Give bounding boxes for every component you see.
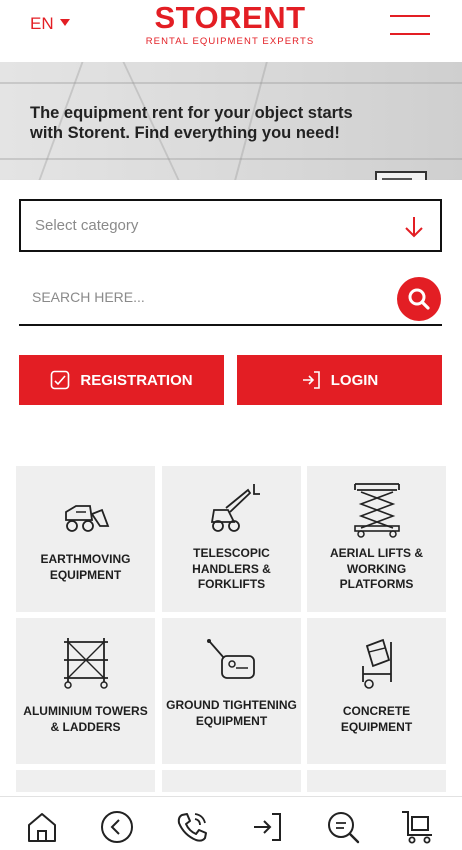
login-label: LOGIN bbox=[330, 371, 379, 389]
phone-icon[interactable] bbox=[174, 809, 210, 845]
search-input[interactable] bbox=[32, 289, 382, 305]
category-tile-concrete[interactable]: CONCRETE EQUIPMENT bbox=[307, 618, 446, 764]
login-button[interactable]: LOGIN bbox=[237, 355, 442, 405]
registration-label: REGISTRATION bbox=[80, 371, 193, 389]
excavator-icon bbox=[64, 505, 109, 532]
category-tile-aerial-lifts[interactable]: AERIAL LIFTS & WORKING PLATFORMS bbox=[307, 466, 446, 612]
search-icon[interactable] bbox=[325, 809, 361, 845]
bottom-navigation bbox=[0, 796, 462, 850]
category-label: CONCRETE EQUIPMENT bbox=[340, 704, 413, 734]
category-grid: EARTHMOVING EQUIPMENT TELESCOPIC HANDLER… bbox=[0, 442, 462, 792]
logo-wordmark: STORENT bbox=[154, 0, 306, 35]
category-label: ALUMINIUM TOWERS & LADDERS bbox=[23, 704, 148, 734]
category-tile-aluminium-towers[interactable]: ALUMINIUM TOWERS & LADDERS bbox=[16, 618, 155, 764]
caret-down-icon bbox=[59, 19, 70, 26]
logo-tagline: RENTAL EQUIPMENT EXPERTS bbox=[145, 36, 315, 47]
registration-button[interactable]: REGISTRATION bbox=[19, 355, 224, 405]
hero-banner: The equipment rent for your object start… bbox=[0, 62, 462, 180]
concrete-mixer-icon bbox=[361, 638, 392, 689]
hamburger-menu-icon[interactable] bbox=[390, 13, 432, 37]
plate-compactor-icon bbox=[206, 639, 255, 679]
category-tile-telescopic[interactable]: TELESCOPIC HANDLERS & FORKLIFTS bbox=[162, 466, 301, 612]
category-label: EARTHMOVING EQUIPMENT bbox=[40, 552, 131, 582]
category-label: TELESCOPIC HANDLERS & FORKLIFTS bbox=[192, 546, 271, 591]
back-icon[interactable] bbox=[99, 809, 135, 845]
scissor-lift-icon bbox=[353, 483, 400, 538]
scaffold-tower-icon bbox=[63, 638, 108, 689]
category-select-placeholder: Select category bbox=[35, 217, 139, 234]
search-panel: Select category REGISTRATION LOGIN bbox=[0, 180, 462, 442]
cart-icon[interactable] bbox=[400, 809, 436, 845]
app-header: EN STORENT RENTAL EQUIPMENT EXPERTS bbox=[0, 0, 462, 62]
login-arrow-icon bbox=[302, 371, 320, 389]
login-icon[interactable] bbox=[250, 809, 286, 845]
category-tile-partial[interactable] bbox=[162, 770, 301, 792]
category-tile-partial[interactable] bbox=[16, 770, 155, 792]
category-label: AERIAL LIFTS & WORKING PLATFORMS bbox=[329, 546, 424, 591]
search-bar bbox=[19, 277, 442, 326]
category-tile-partial[interactable] bbox=[307, 770, 446, 792]
registration-icon bbox=[51, 370, 70, 390]
home-icon[interactable] bbox=[24, 809, 60, 845]
search-button[interactable] bbox=[397, 277, 441, 321]
category-tile-earthmoving[interactable]: EARTHMOVING EQUIPMENT bbox=[16, 466, 155, 612]
language-label: EN bbox=[30, 14, 54, 33]
storent-logo[interactable]: STORENT RENTAL EQUIPMENT EXPERTS bbox=[140, 0, 320, 48]
category-tile-ground-tightening[interactable]: GROUND TIGHTENING EQUIPMENT bbox=[162, 618, 301, 764]
category-label: GROUND TIGHTENING EQUIPMENT bbox=[166, 698, 297, 728]
telehandler-icon bbox=[210, 484, 260, 532]
skid-steer-loader-image bbox=[375, 171, 427, 180]
banner-headline: The equipment rent for your object start… bbox=[30, 104, 353, 142]
category-select[interactable]: Select category bbox=[19, 199, 442, 252]
arrow-down-icon bbox=[405, 217, 423, 238]
language-selector[interactable]: EN bbox=[30, 14, 70, 34]
magnifier-icon bbox=[408, 288, 430, 310]
